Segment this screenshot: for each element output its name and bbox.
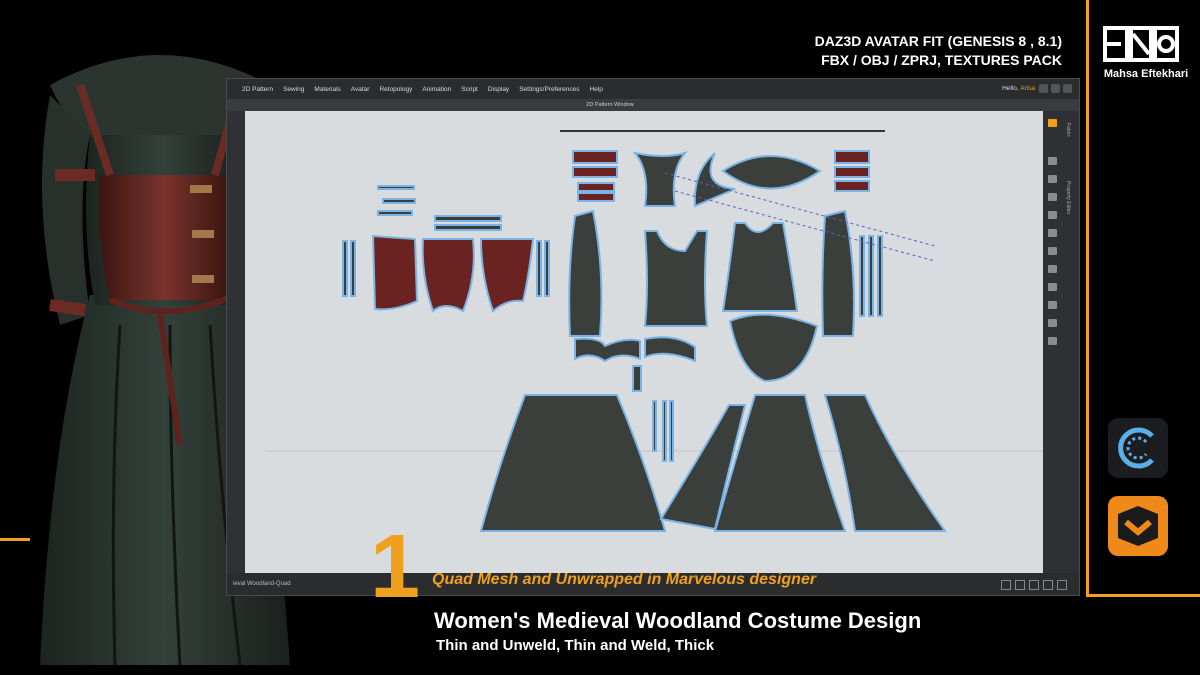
menu-2d-pattern[interactable]: 2D Pattern: [237, 86, 278, 93]
view-icon[interactable]: [1057, 580, 1067, 590]
tool-icon[interactable]: [1048, 247, 1057, 255]
marvelous-designer-icon: [1108, 496, 1168, 556]
brand-name: Mahsa Eftekhari: [1103, 68, 1189, 80]
marvelous-designer-window: 2D Pattern Sewing Materials Avatar Retop…: [226, 78, 1080, 596]
pattern-pieces: [265, 130, 1045, 532]
subtitle: Thin and Unweld, Thin and Weld, Thick: [436, 637, 715, 654]
user-greeting: Hello, Arisa: [1002, 79, 1035, 99]
header-line-2: FBX / OBJ / ZPRJ, TEXTURES PACK: [821, 52, 1062, 68]
divider: [1086, 0, 1089, 596]
property-editor-label[interactable]: Property Editor: [1065, 181, 1071, 214]
episode-number: 1: [370, 517, 421, 617]
divider: [0, 538, 30, 541]
tool-icon[interactable]: [1048, 175, 1057, 183]
tool-icon[interactable]: [1048, 301, 1057, 309]
tool-icon[interactable]: [1048, 265, 1057, 273]
eso-logo-icon: [1103, 26, 1179, 62]
menu-animation[interactable]: Animation: [417, 86, 456, 93]
main-title: Women's Medieval Woodland Costume Design: [434, 608, 922, 633]
menu-help[interactable]: Help: [585, 86, 608, 93]
view-icon[interactable]: [1015, 580, 1025, 590]
close-button[interactable]: [1063, 84, 1072, 93]
2d-pattern-canvas[interactable]: [245, 111, 1045, 573]
tagline: Quad Mesh and Unwrapped in Marvelous des…: [432, 571, 817, 588]
tool-icon[interactable]: [1048, 157, 1057, 165]
greeting-prefix: Hello,: [1002, 85, 1021, 92]
window-tab-bar: 2D Pattern Window: [227, 99, 1079, 111]
menu-sewing[interactable]: Sewing: [278, 86, 309, 93]
tool-icon[interactable]: [1048, 193, 1057, 201]
brand-strip: [1088, 0, 1200, 675]
menu-retopology[interactable]: Retopology: [374, 86, 417, 93]
tool-icon[interactable]: [1048, 211, 1057, 219]
menu-materials[interactable]: Materials: [309, 86, 345, 93]
tool-icon[interactable]: [1048, 337, 1057, 345]
tool-icon[interactable]: [1048, 229, 1057, 237]
menu-script[interactable]: Script: [456, 86, 483, 93]
pen-tool-icon[interactable]: [1048, 119, 1057, 127]
view-icon[interactable]: [1029, 580, 1039, 590]
greeting-user: Arisa: [1020, 85, 1035, 92]
menu-bar: 2D Pattern Sewing Materials Avatar Retop…: [227, 79, 1079, 99]
view-icon[interactable]: [1001, 580, 1011, 590]
right-toolbar: Fabric Property Editor: [1043, 111, 1079, 573]
tool-icon[interactable]: [1048, 319, 1057, 327]
tab-2d-pattern-window[interactable]: 2D Pattern Window: [575, 99, 645, 111]
clo3d-c-icon: [1108, 418, 1168, 478]
menu-settings-preferences[interactable]: Settings/Preferences: [514, 86, 584, 93]
menu-avatar[interactable]: Avatar: [346, 86, 375, 93]
fabric-panel-label[interactable]: Fabric: [1065, 123, 1071, 137]
view-icon[interactable]: [1043, 580, 1053, 590]
minimize-button[interactable]: [1039, 84, 1048, 93]
header-line-1: DAZ3D AVATAR FIT (GENESIS 8 , 8.1): [814, 33, 1062, 49]
maximize-button[interactable]: [1051, 84, 1060, 93]
project-name: ieval Woodland-Quad: [233, 581, 291, 587]
divider: [1086, 594, 1200, 597]
menu-display[interactable]: Display: [483, 86, 514, 93]
tool-icon[interactable]: [1048, 283, 1057, 291]
